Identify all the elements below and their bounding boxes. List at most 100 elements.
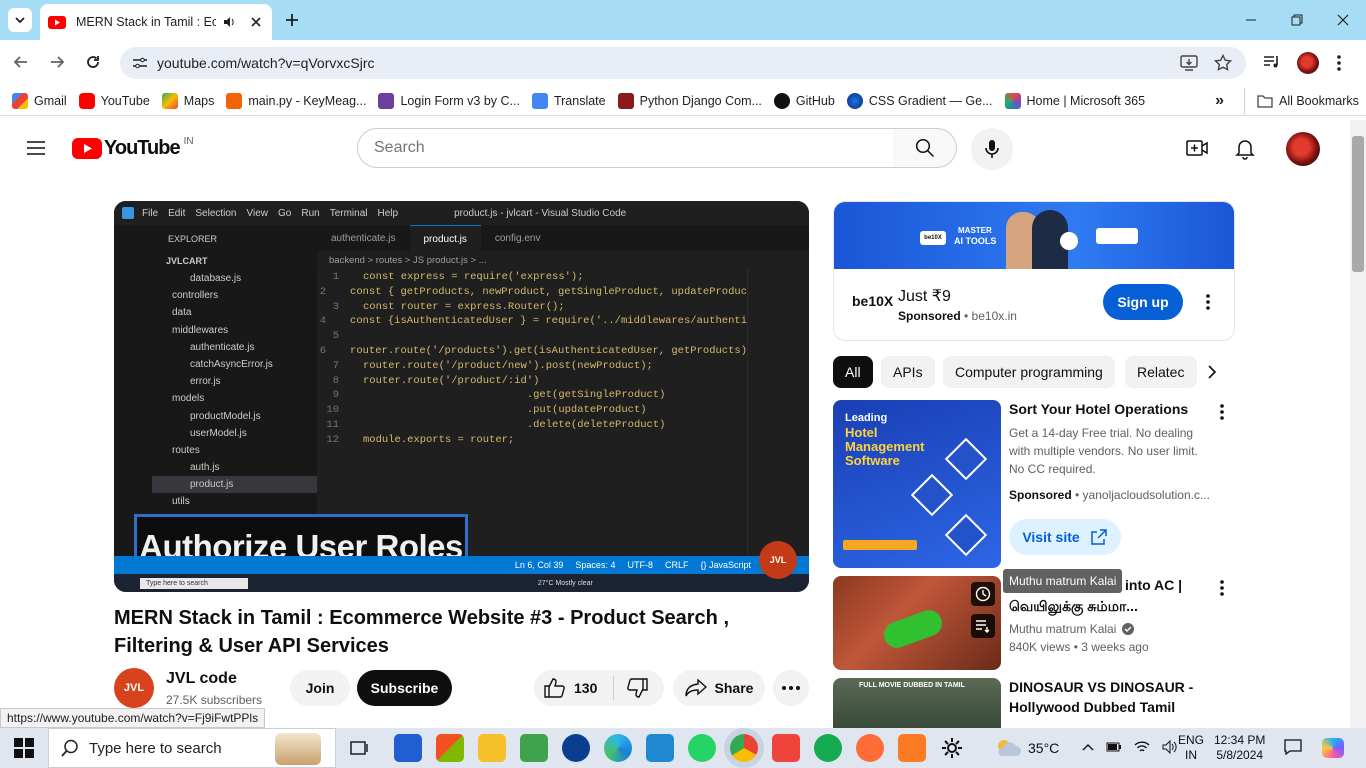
taskbar-edge-app[interactable] [604,734,632,762]
new-tab-button[interactable] [282,10,302,30]
rec-ad-title[interactable]: Sort Your Hotel Operations [1009,399,1199,419]
start-button[interactable] [14,738,34,758]
media-control-button[interactable] [1263,54,1281,70]
rec-video-3-title[interactable]: DINOSAUR VS DINOSAUR - Hollywood Dubbed … [1009,677,1209,717]
bookmark-translate[interactable]: Translate [526,88,612,114]
language-indicator[interactable]: ENG IN [1178,733,1204,763]
bookmark-maps[interactable]: Maps [156,88,221,114]
bookmark-css-gradient[interactable]: CSS Gradient — Ge... [841,88,999,114]
system-tray[interactable] [1082,740,1178,754]
taskbar-vscode-app[interactable] [646,734,674,762]
site-info-icon[interactable] [132,56,148,70]
bookmark-youtube[interactable]: YouTube [73,88,156,114]
like-button[interactable]: 130 [544,678,597,698]
rec-video-title-line1[interactable]: into AC | [1125,575,1182,595]
chip-computer-programming[interactable]: Computer programming [943,356,1115,388]
page-scrollbar-thumb[interactable] [1352,136,1364,272]
taskbar-settings-app[interactable] [938,734,966,762]
browser-tab[interactable]: MERN Stack in Tamil : Ecom [40,4,272,40]
explorer-item[interactable]: catchAsyncError.js [152,356,317,373]
clock[interactable]: 12:34 PM 5/8/2024 [1214,733,1265,763]
explorer-item[interactable]: auth.js [152,459,317,476]
taskbar-file-explorer-app[interactable] [478,734,506,762]
close-window-button[interactable] [1320,0,1366,40]
taskbar-postman-app[interactable] [856,734,884,762]
explorer-item[interactable]: error.js [152,373,317,390]
bookmark-microsoft-365[interactable]: Home | Microsoft 365 [999,88,1152,114]
close-tab-icon[interactable] [250,16,262,28]
bookmark-python-django[interactable]: Python Django Com... [612,88,768,114]
video-player[interactable]: File Edit Selection View Go Run Terminal… [114,201,809,592]
ad-menu-icon[interactable] [1206,294,1210,310]
browser-menu-button[interactable] [1336,54,1342,72]
address-bar[interactable]: youtube.com/watch?v=qVorvxcSjrc [120,47,1246,79]
guide-menu-button[interactable] [26,139,46,157]
weather-widget[interactable]: 35°C [994,738,1059,758]
taskbar-anydesk-app[interactable] [772,734,800,762]
back-button[interactable] [12,53,30,71]
rec-video-3-thumbnail[interactable]: FULL MOVIE DUBBED IN TAMIL [833,678,1001,728]
create-button[interactable] [1186,138,1208,158]
add-to-queue-button[interactable] [971,614,995,638]
taskbar-media-app[interactable] [520,734,548,762]
task-view-button[interactable] [346,734,374,762]
explorer-item[interactable]: models [152,390,317,407]
visit-site-button[interactable]: Visit site [1009,519,1121,555]
more-bookmarks-button[interactable]: » [1209,88,1230,114]
rec-ad-thumbnail[interactable]: Leading Hotel Management Software [833,400,1001,568]
join-button[interactable]: Join [290,670,350,706]
minimize-button[interactable] [1228,0,1274,40]
taskbar-mongodb-app[interactable] [814,734,842,762]
voice-search-button[interactable] [971,128,1013,170]
taskbar-whatsapp-app[interactable] [688,734,716,762]
install-app-icon[interactable] [1180,55,1198,71]
chip-all[interactable]: All [833,356,873,388]
all-bookmarks[interactable]: All Bookmarks [1243,87,1365,114]
chips-next-button[interactable] [1197,356,1227,388]
share-button[interactable]: Share [673,670,765,706]
taskbar-xampp-app[interactable] [898,734,926,762]
watch-later-button[interactable] [971,582,995,606]
subscribe-button[interactable]: Subscribe [357,670,452,706]
bookmark-login-form[interactable]: Login Form v3 by C... [372,88,526,114]
forward-button[interactable] [48,53,66,71]
explorer-item[interactable]: utils [152,493,317,510]
taskbar-chrome-app[interactable] [730,734,758,762]
rec-video-thumbnail[interactable] [833,576,1001,670]
thumbs-down-icon[interactable] [626,678,649,698]
notifications-button[interactable] [1235,138,1255,160]
explorer-item[interactable]: routes [152,442,317,459]
taskbar-store-app[interactable] [436,734,464,762]
explorer-item[interactable]: product.js [152,476,317,494]
explorer-item[interactable]: data [152,304,317,321]
more-actions-button[interactable] [773,670,809,706]
rec-video-title-line2[interactable]: வெயிலுக்கு சும்மா... [1009,596,1138,616]
bookmark-main-py[interactable]: main.py - KeyMeag... [220,88,372,114]
restore-button[interactable] [1274,0,1320,40]
channel-avatar[interactable]: JVL [114,668,154,708]
channel-name[interactable]: JVL code [166,670,237,688]
rec-video-channel[interactable]: Muthu matrum Kalai [1009,620,1135,638]
channel-watermark[interactable]: JVL [759,541,797,579]
bookmark-star-icon[interactable] [1214,54,1232,72]
ad-signup-button[interactable]: Sign up [1103,284,1183,320]
explorer-item[interactable]: database.js [152,270,317,287]
rec-ad-menu-icon[interactable] [1220,404,1224,420]
taskbar-terminal-app[interactable] [562,734,590,762]
youtube-logo[interactable]: YouTube IN [72,136,194,160]
speaker-icon[interactable] [222,15,236,29]
explorer-item[interactable]: controllers [152,287,317,304]
chip-related[interactable]: Relatec [1125,356,1197,388]
explorer-item[interactable]: productModel.js [152,408,317,425]
rec-video-menu-icon[interactable] [1220,580,1224,596]
search-button[interactable] [893,128,957,168]
explorer-item[interactable]: authenticate.js [152,339,317,356]
bookmark-github[interactable]: GitHub [768,88,841,114]
chip-apis[interactable]: APIs [881,356,935,388]
notification-center-button[interactable] [1284,739,1302,755]
profile-avatar[interactable] [1297,52,1319,74]
reload-button[interactable] [84,53,102,71]
bookmark-gmail[interactable]: Gmail [6,88,73,114]
taskbar-search[interactable]: Type here to search [48,728,336,768]
explorer-item[interactable]: userModel.js [152,425,317,442]
